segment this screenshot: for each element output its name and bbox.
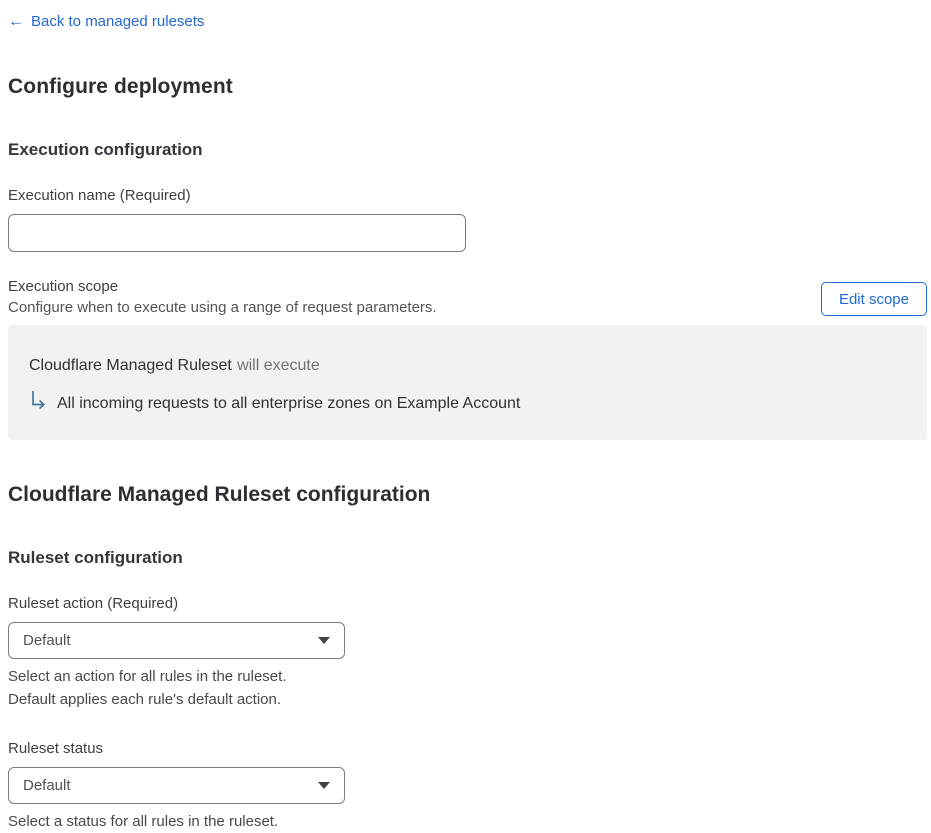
execution-scope-text: Execution scope Configure when to execut… <box>8 277 437 317</box>
ruleset-configuration-heading: Cloudflare Managed Ruleset configuration <box>8 483 431 506</box>
ruleset-action-value: Default <box>23 632 71 649</box>
execution-scope-row: Execution scope Configure when to execut… <box>8 277 927 317</box>
ruleset-action-help-line2: Default applies each rule's default acti… <box>8 691 282 708</box>
corner-down-right-arrow-icon <box>29 390 48 416</box>
execution-name-input[interactable] <box>8 214 466 252</box>
ruleset-configuration-subheading: Ruleset configuration <box>8 548 183 567</box>
ruleset-status-value: Default <box>23 777 71 794</box>
ruleset-status-label: Ruleset status <box>8 740 104 757</box>
back-to-managed-rulesets-link[interactable]: ← Back to managed rulesets <box>8 12 204 32</box>
scope-preview-ruleset-name: Cloudflare Managed Ruleset <box>29 357 232 374</box>
ruleset-status-select[interactable]: Default <box>8 767 345 804</box>
execution-configuration-heading: Execution configuration <box>8 140 203 159</box>
page-title: Configure deployment <box>8 75 233 98</box>
ruleset-action-select[interactable]: Default <box>8 622 345 659</box>
chevron-down-icon <box>318 637 330 644</box>
execution-scope-label: Execution scope <box>8 278 119 295</box>
scope-preview-target-row: All incoming requests to all enterprise … <box>29 389 906 416</box>
ruleset-action-help-line1: Select an action for all rules in the ru… <box>8 668 287 685</box>
scope-preview-headline: Cloudflare Managed Ruleset will execute <box>29 355 906 376</box>
ruleset-status-help: Select a status for all rules in the rul… <box>8 810 919 833</box>
ruleset-status-help-line1: Select a status for all rules in the rul… <box>8 813 279 830</box>
back-arrow-icon: ← <box>8 13 24 30</box>
execution-scope-description: Configure when to execute using a range … <box>8 299 437 316</box>
edit-scope-button[interactable]: Edit scope <box>820 282 927 316</box>
back-link-label: Back to managed rulesets <box>31 13 205 30</box>
ruleset-action-help: Select an action for all rules in the ru… <box>8 665 919 711</box>
scope-preview-panel: Cloudflare Managed Ruleset will execute A… <box>8 325 927 440</box>
chevron-down-icon <box>318 782 330 789</box>
scope-preview-target: All incoming requests to all enterprise … <box>57 395 521 412</box>
configure-deployment-page: ← Back to managed rulesets Configure dep… <box>0 0 927 833</box>
scope-preview-suffix: will execute <box>237 357 320 374</box>
execution-name-label: Execution name (Required) <box>8 187 191 204</box>
ruleset-action-label: Ruleset action (Required) <box>8 595 179 612</box>
